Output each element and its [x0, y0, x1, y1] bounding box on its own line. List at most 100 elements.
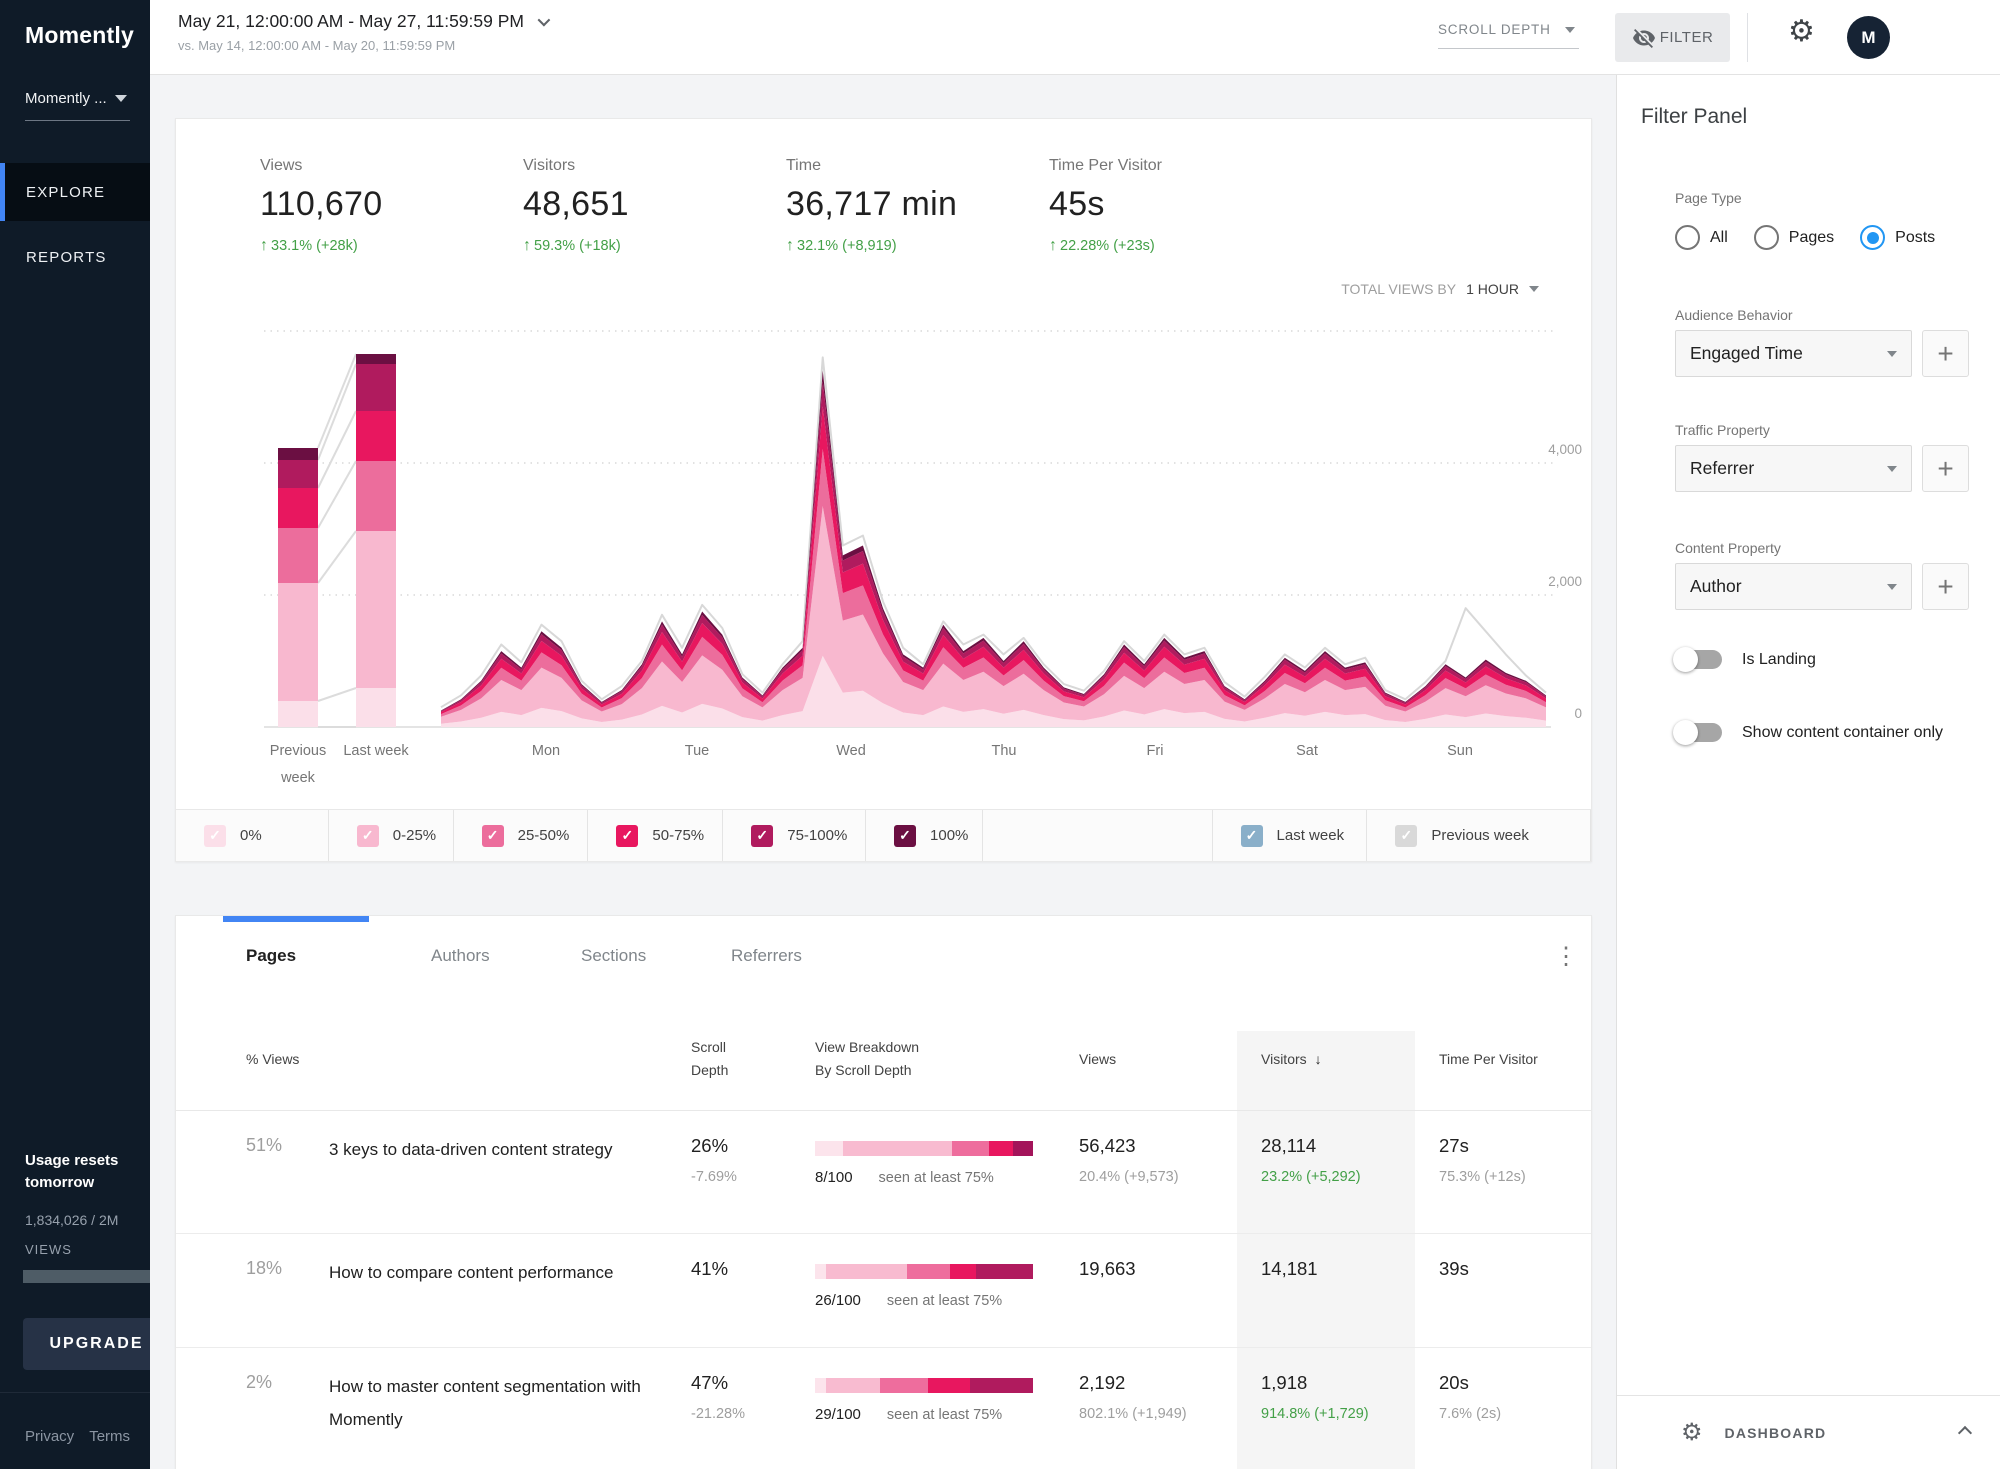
upgrade-button[interactable]: UPGRADE: [23, 1318, 170, 1370]
last-week-bar-segment-75-100pct: [356, 364, 396, 411]
breakdown-note-text: seen at least 75%: [879, 1170, 994, 1186]
tab-sections[interactable]: Sections: [581, 946, 646, 966]
legend-item-50-75[interactable]: ✓50-75%: [588, 810, 723, 861]
filter-panel-title: Filter Panel: [1641, 105, 1747, 129]
row-views-change: 802.1% (+1,949): [1079, 1406, 1187, 1422]
is-landing-toggle[interactable]: [1675, 650, 1722, 669]
legend-label: 100%: [930, 827, 968, 844]
legend-item-previousweek[interactable]: ✓Previous week: [1367, 810, 1591, 861]
legend-checkbox[interactable]: ✓: [616, 825, 638, 847]
tab-authors[interactable]: Authors: [431, 946, 490, 966]
legal-links: Privacy Terms: [25, 1428, 130, 1445]
radio-posts[interactable]: [1860, 225, 1885, 250]
terms-link[interactable]: Terms: [89, 1428, 130, 1445]
traffic-chart[interactable]: 4,0002,0000PreviousweekLast weekMonTueWe…: [176, 231, 1591, 791]
sort-descending-icon: ↓: [1315, 1051, 1322, 1067]
legend-checkbox[interactable]: ✓: [751, 825, 773, 847]
page-type-radio-group: AllPagesPosts: [1675, 225, 1961, 250]
traffic-property-value: Referrer: [1690, 458, 1754, 479]
column-header-time-per-visitor[interactable]: Time Per Visitor: [1439, 1051, 1538, 1067]
project-dropdown-label: Momently ...: [25, 90, 107, 107]
last-week-bar-segment-100pct: [356, 354, 396, 364]
dashboard-button[interactable]: ⚙ DASHBOARD: [1617, 1395, 2000, 1469]
table-row[interactable]: 51%3 keys to data-driven content strateg…: [176, 1111, 1591, 1234]
sidebar-item-reports[interactable]: REPORTS: [0, 237, 150, 277]
row-scroll-depth-change: -7.69%: [691, 1169, 737, 1185]
audience-behavior-select[interactable]: Engaged Time: [1675, 330, 1912, 377]
row-visitors: 14,181: [1261, 1258, 1318, 1280]
legend-checkbox[interactable]: ✓: [1395, 825, 1417, 847]
filter-toggle-button[interactable]: FILTER: [1615, 13, 1730, 62]
privacy-link[interactable]: Privacy: [25, 1428, 74, 1445]
legend-label: 25-50%: [518, 827, 570, 844]
usage-progress-bar: [23, 1270, 170, 1283]
content-property-select[interactable]: Author: [1675, 563, 1912, 610]
row-time-per-visitor: 20s: [1439, 1372, 1469, 1394]
metric-label: Views: [260, 157, 523, 175]
tab-referrers[interactable]: Referrers: [731, 946, 802, 966]
radio-pages[interactable]: [1754, 225, 1779, 250]
column-header-visitors[interactable]: Visitors↓: [1261, 1051, 1322, 1067]
column-header-views[interactable]: Views: [1079, 1051, 1116, 1067]
legend-item-0-25[interactable]: ✓ 0-25%: [329, 810, 454, 861]
sidebar-item-explore[interactable]: EXPLORE: [0, 163, 150, 221]
legend-checkbox[interactable]: ✓: [1241, 825, 1263, 847]
content-property-value: Author: [1690, 576, 1742, 597]
row-title: How to compare content performance: [329, 1256, 664, 1289]
legend-item-0[interactable]: ✓ 0%: [176, 810, 329, 861]
y-axis-label: 2,000: [1548, 574, 1582, 589]
add-audience-behavior-button[interactable]: +: [1922, 330, 1969, 377]
settings-gear-icon[interactable]: ⚙: [1788, 17, 1815, 47]
row-views: 2,192: [1079, 1372, 1125, 1394]
avatar-letter: M: [1861, 28, 1875, 48]
content-property-label: Content Property: [1675, 540, 1781, 556]
breakdown-note: 29/100seen at least 75%: [815, 1406, 1002, 1424]
radio-all[interactable]: [1675, 225, 1700, 250]
previous-week-bar-segment-100pct: [278, 448, 318, 460]
metric-selector-label: SCROLL DEPTH: [1438, 22, 1551, 37]
breakdown-segment: [907, 1264, 951, 1279]
traffic-property-select[interactable]: Referrer: [1675, 445, 1912, 492]
legend-checkbox[interactable]: ✓: [357, 825, 379, 847]
filter-panel: Filter Panel Page Type AllPagesPosts Aud…: [1616, 75, 2000, 1469]
legend-item-25-50[interactable]: ✓ 25-50%: [454, 810, 589, 861]
project-dropdown[interactable]: Momently ...: [25, 90, 130, 121]
column-header-scroll-depth[interactable]: ScrollDepth: [691, 1039, 728, 1078]
row-time-per-visitor: 39s: [1439, 1258, 1469, 1280]
tab-pages[interactable]: Pages: [246, 946, 296, 966]
table-row[interactable]: 2%How to master content segmentation wit…: [176, 1348, 1591, 1469]
scroll-depth-breakdown-bar: [815, 1141, 1033, 1156]
filter-button-label: FILTER: [1660, 29, 1714, 46]
content-container-label: Show content container only: [1742, 724, 1943, 742]
chevron-down-icon: [115, 95, 127, 102]
legend-label: 0%: [240, 827, 262, 844]
previous-week-bar-segment-50-75pct: [278, 488, 318, 528]
user-avatar[interactable]: M: [1847, 16, 1890, 59]
scroll-depth-breakdown-bar: [815, 1378, 1033, 1393]
date-range-selector[interactable]: May 21, 12:00:00 AM - May 27, 11:59:59 P…: [178, 11, 547, 32]
metric-label: Visitors: [523, 157, 786, 175]
breakdown-segment: [1013, 1141, 1033, 1156]
breakdown-segment: [815, 1378, 826, 1393]
legend-item-75-100[interactable]: ✓75-100%: [723, 810, 866, 861]
column-header-view-breakdown[interactable]: View BreakdownBy Scroll Depth: [815, 1039, 919, 1078]
metric-selector-dropdown[interactable]: SCROLL DEPTH: [1438, 22, 1579, 49]
legend-checkbox[interactable]: ✓: [482, 825, 504, 847]
content-container-toggle[interactable]: [1675, 723, 1722, 742]
previous-week-bar-label: week: [280, 770, 316, 786]
legend-item-100[interactable]: ✓ 100%: [866, 810, 983, 861]
add-traffic-property-button[interactable]: +: [1922, 445, 1969, 492]
table-row[interactable]: 18%How to compare content performance41%…: [176, 1234, 1591, 1348]
legend-item-lastweek[interactable]: ✓Last week: [1213, 810, 1368, 861]
legend-checkbox[interactable]: ✓: [204, 825, 226, 847]
breakdown-note-text: seen at least 75%: [887, 1293, 1002, 1309]
row-pct-views: 2%: [246, 1372, 272, 1393]
bar-connector: [318, 411, 356, 488]
usage-reset-note: Usage resets tomorrow: [25, 1150, 135, 1194]
kebab-menu-icon[interactable]: ⋮: [1554, 942, 1578, 971]
legend-checkbox[interactable]: ✓: [894, 825, 916, 847]
table-body: 51%3 keys to data-driven content strateg…: [176, 1111, 1591, 1469]
column-header-pct-views[interactable]: % Views: [246, 1051, 299, 1067]
add-content-property-button[interactable]: +: [1922, 563, 1969, 610]
legend-label: 0-25%: [393, 827, 436, 844]
